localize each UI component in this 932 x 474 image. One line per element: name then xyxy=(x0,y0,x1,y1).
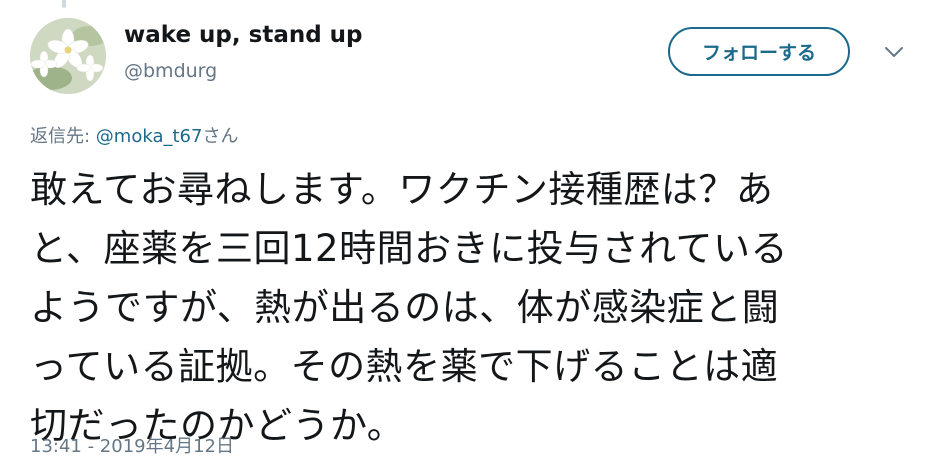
thread-connector-line xyxy=(62,0,66,8)
reply-suffix: さん xyxy=(202,126,239,147)
tweet-text: 敢えてお尋ねします。ワクチン接種歴は？あ と、座薬を三回12時間おきに投与されて… xyxy=(30,160,910,455)
reply-prefix: 返信先: xyxy=(30,126,96,147)
author-display-name[interactable]: wake up, stand up xyxy=(124,22,363,48)
more-options-button[interactable] xyxy=(880,40,908,64)
follow-button[interactable]: フォローする xyxy=(668,27,850,76)
tweet-text-line: ようですが、熱が出るのは、体が感染症と闘 xyxy=(30,286,780,329)
reply-mention-link[interactable]: @moka_t67 xyxy=(96,126,203,147)
tweet-text-line: っている証拠。その熱を薬で下げることは適 xyxy=(30,345,779,388)
author-handle[interactable]: @bmdurg xyxy=(124,60,217,82)
avatar[interactable] xyxy=(30,18,106,94)
tweet-text-line: と、座薬を三回12時間おきに投与されている xyxy=(30,227,788,270)
reply-context: 返信先: @moka_t67さん xyxy=(30,122,238,148)
avatar-flower-image xyxy=(30,18,106,94)
tweet-container: wake up, stand up @bmdurg フォローする 返信先: @m… xyxy=(0,0,932,474)
tweet-text-line: 敢えてお尋ねします。ワクチン接種歴は？あ xyxy=(30,168,774,211)
tweet-timestamp[interactable]: 13:41 - 2019年4月12日 xyxy=(30,432,234,458)
chevron-down-icon xyxy=(885,47,903,57)
